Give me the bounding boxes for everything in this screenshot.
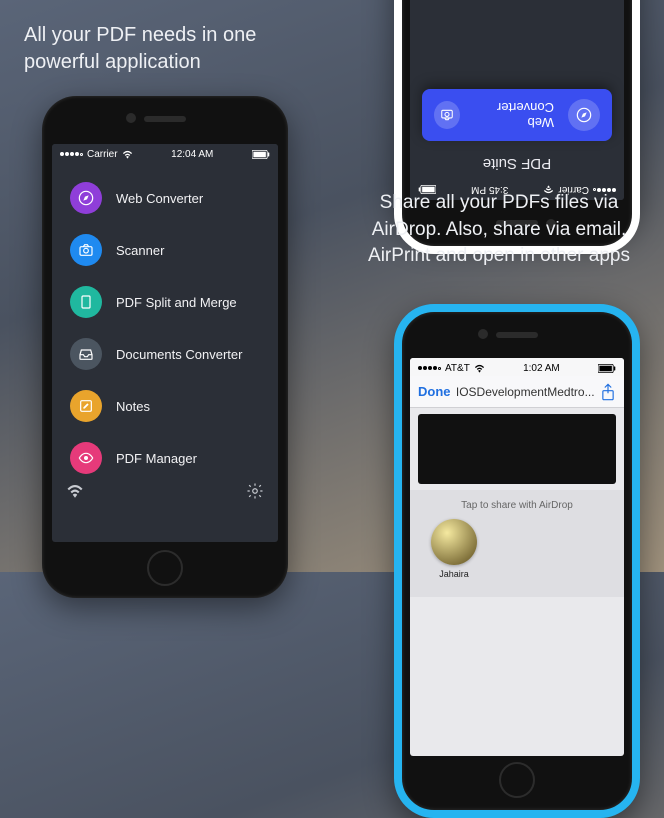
carrier-label: Carrier bbox=[87, 149, 118, 160]
share-button[interactable] bbox=[600, 383, 616, 401]
phone-mockup-bottom-right: AT&T 1:02 AM Done IOSDevelopmentMedtro..… bbox=[394, 304, 640, 818]
menu-item-doc-converter[interactable]: Documents Converter bbox=[58, 328, 272, 380]
battery-icon bbox=[598, 364, 616, 373]
menu-item-scanner[interactable]: Scanner bbox=[58, 224, 272, 276]
main-menu: Web Converter Scanner PDF Split and Merg… bbox=[52, 162, 278, 508]
menu-label: Notes bbox=[116, 399, 150, 414]
status-bar: AT&T 1:02 AM bbox=[410, 358, 624, 376]
wifi-icon bbox=[474, 364, 485, 373]
headline-right: Share all your PDFs files via AirDrop. A… bbox=[334, 190, 664, 270]
pencil-icon bbox=[70, 390, 102, 422]
status-bar: Carrier 12:04 AM bbox=[52, 144, 278, 162]
wifi-icon bbox=[122, 150, 133, 159]
avatar bbox=[431, 519, 477, 565]
menu-item-notes[interactable]: Notes bbox=[58, 380, 272, 432]
menu-label: Documents Converter bbox=[116, 347, 242, 362]
menu-item-split-merge[interactable]: PDF Split and Merge bbox=[58, 276, 272, 328]
clock: 12:04 AM bbox=[171, 149, 213, 160]
phone-mockup-left: Carrier 12:04 AM Web Converter bbox=[42, 96, 288, 598]
done-button[interactable]: Done bbox=[418, 384, 451, 399]
nav-bar: Done IOSDevelopmentMedtro... bbox=[410, 376, 624, 408]
camera-icon bbox=[70, 234, 102, 266]
menu-label: PDF Split and Merge bbox=[116, 295, 237, 310]
compass-icon bbox=[70, 182, 102, 214]
carrier-label: AT&T bbox=[445, 363, 470, 374]
gear-icon[interactable] bbox=[246, 482, 264, 500]
doc-icon bbox=[70, 286, 102, 318]
menu-label: Web Converter bbox=[474, 100, 554, 130]
inbox-icon bbox=[70, 338, 102, 370]
app-title: PDF Suite bbox=[410, 141, 624, 182]
wifi-icon[interactable] bbox=[66, 484, 84, 498]
menu-label: PDF Manager bbox=[116, 451, 197, 466]
document-title: IOSDevelopmentMedtro... bbox=[456, 385, 595, 399]
document-preview bbox=[418, 414, 616, 484]
camera-icon bbox=[434, 101, 460, 129]
menu-label: Scanner bbox=[116, 243, 164, 258]
share-sheet: Tap to share with AirDrop Jahaira bbox=[410, 490, 624, 597]
contact-name: Jahaira bbox=[439, 569, 469, 579]
menu-item-web-converter[interactable]: Web Converter bbox=[58, 172, 272, 224]
headline-left: All your PDF needs in one powerful appli… bbox=[0, 0, 330, 92]
clock: 1:02 AM bbox=[523, 363, 560, 374]
eye-icon bbox=[70, 442, 102, 474]
airdrop-contact[interactable]: Jahaira bbox=[420, 519, 488, 579]
airdrop-hint: Tap to share with AirDrop bbox=[410, 500, 624, 519]
menu-label: Web Converter bbox=[116, 191, 203, 206]
compass-icon bbox=[568, 99, 600, 131]
menu-item-web-converter-expanded[interactable]: Web Converter bbox=[422, 89, 612, 141]
share-icon bbox=[600, 383, 616, 401]
battery-icon bbox=[252, 150, 270, 159]
